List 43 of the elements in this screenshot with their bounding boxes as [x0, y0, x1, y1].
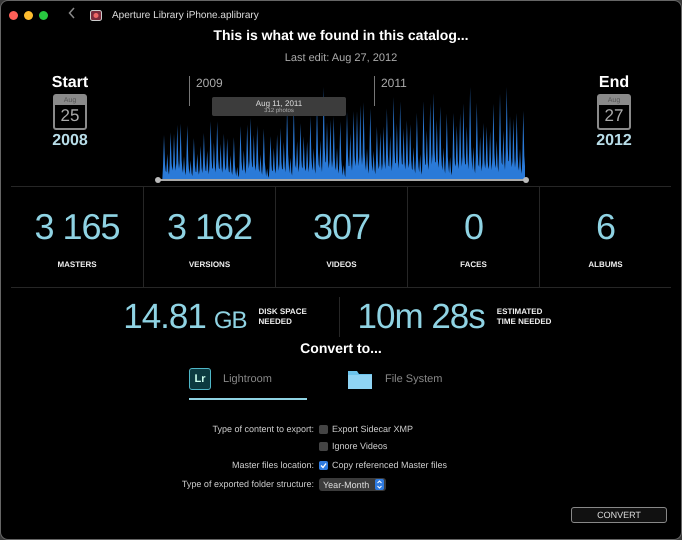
stat-label: VIDEOS [326, 260, 357, 268]
stepper-icon [375, 479, 384, 490]
window-title: Aperture Library iPhone.aplibrary [112, 10, 259, 20]
stat-value: 0 [464, 206, 484, 248]
calendar-day: 25 [60, 105, 80, 127]
stat-label: VERSIONS [188, 260, 230, 268]
calendar-day: 27 [604, 105, 624, 127]
stat-value: 6 [596, 206, 616, 248]
target-tab[interactable]: File System [347, 368, 465, 400]
tooltip-date: Aug 11, 2011 [254, 99, 304, 108]
option-label: Type of exported folder structure: [180, 478, 314, 491]
total-value: 14.81 GB [123, 297, 247, 337]
year-label: 2012 [596, 132, 632, 150]
heading: This is what we found in this catalog... [212, 27, 470, 43]
stat-value: 3 165 [34, 206, 120, 248]
folder-structure-popup[interactable]: Year-Month [319, 478, 386, 491]
lightroom-icon: Lr [189, 368, 211, 390]
stat-value: 307 [312, 206, 370, 248]
library-icon [90, 10, 102, 20]
stat-label: ALBUMS [588, 260, 623, 268]
checkbox-label: Ignore Videos [332, 440, 388, 453]
checkbox[interactable] [319, 461, 328, 470]
date-label: End [598, 74, 630, 92]
total-label: DISK SPACE NEEDED [258, 307, 308, 327]
last-edit: Last edit: Aug 27, 2012 [284, 52, 398, 64]
option-label: Type of content to export: [211, 423, 314, 436]
stat-label: MASTERS [57, 260, 97, 268]
stat-label: FACES [460, 260, 487, 268]
checkbox[interactable] [319, 442, 328, 451]
checkbox-label: Export Sidecar XMP [332, 423, 414, 436]
year-mark: 2011 [374, 76, 407, 106]
stat-value: 3 162 [166, 206, 252, 248]
section-heading: Convert to... [299, 340, 383, 356]
total-value: 10m 28s [358, 297, 485, 337]
checkbox[interactable] [319, 425, 328, 434]
target-tab[interactable]: Lr Lightroom [189, 368, 307, 400]
year-label: 2008 [52, 132, 88, 150]
checkbox-label: Copy referenced Master files [332, 459, 448, 472]
date-label: Start [52, 74, 88, 92]
convert-button[interactable]: CONVERT [571, 507, 667, 523]
option-label: Master files location: [230, 459, 314, 472]
total-label: ESTIMATED TIME NEEDED [496, 307, 552, 327]
folder-icon [347, 368, 373, 390]
